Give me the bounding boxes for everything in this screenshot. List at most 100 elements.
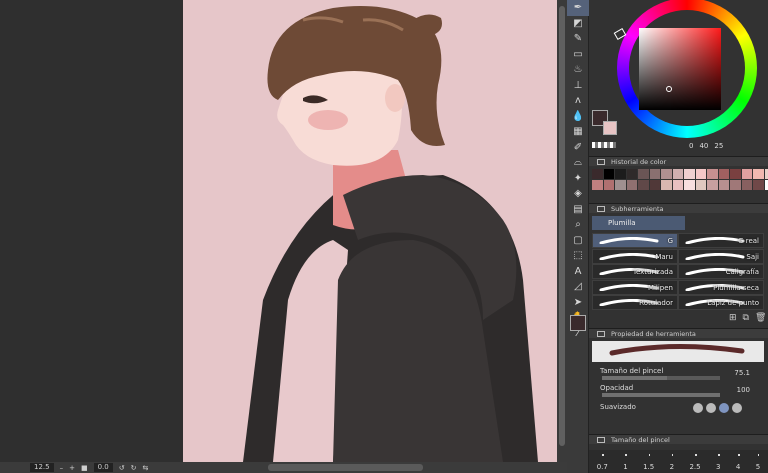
history-swatch[interactable] (603, 180, 614, 190)
trash-icon[interactable]: 🗑 (755, 313, 766, 323)
color-cursor[interactable] (666, 86, 672, 92)
brush-size-preset[interactable]: 5 (756, 454, 760, 471)
brush-size-preset[interactable]: 2 (670, 454, 674, 471)
brush-size-preset[interactable]: 4 (736, 454, 740, 471)
history-swatch[interactable] (741, 169, 752, 179)
history-swatch[interactable] (592, 169, 603, 179)
canvas-horizontal-scrollbar[interactable] (268, 464, 423, 471)
ruler-icon[interactable]: ◿ (567, 279, 589, 295)
subtool-tab-plumilla[interactable]: Plumilla (592, 216, 685, 230)
transparent-color-swatch[interactable] (592, 142, 616, 148)
zoom-field[interactable]: 12.5 (30, 463, 54, 472)
brush-item[interactable]: Saji (678, 248, 764, 264)
history-swatch[interactable] (615, 169, 626, 179)
history-swatch[interactable] (661, 169, 672, 179)
history-swatch[interactable] (592, 180, 603, 190)
history-swatch[interactable] (615, 180, 626, 190)
brush-item[interactable]: Lápiz de punto (678, 295, 764, 310)
pen-icon[interactable]: ✒ (567, 0, 589, 16)
brush-size-preset[interactable]: 2.5 (689, 454, 701, 471)
smoothing-option-2[interactable] (706, 403, 716, 413)
bucket-icon[interactable]: ◈ (567, 186, 589, 202)
pointer-icon[interactable]: ➤ (567, 295, 589, 311)
opacity-slider[interactable] (602, 393, 720, 397)
history-swatch[interactable] (695, 169, 706, 179)
add-subtool-icon[interactable]: ⊞ (729, 313, 737, 323)
history-swatch[interactable] (626, 180, 637, 190)
rotate-right-icon[interactable]: ↻ (131, 464, 137, 472)
tool-main-color-swatch[interactable] (570, 315, 586, 331)
sparkle-icon[interactable]: ✦ (567, 171, 589, 187)
brush-size-preset[interactable]: 1.5 (643, 454, 654, 471)
history-swatch[interactable] (764, 169, 768, 179)
brush-size-preset[interactable]: 1 (623, 454, 628, 471)
transform-icon[interactable]: ⬚ (567, 248, 589, 264)
eyedrop-icon[interactable]: ✐ (567, 140, 589, 156)
smoothing-option-1[interactable] (693, 403, 703, 413)
smoothing-option-4[interactable] (732, 403, 742, 413)
lasso-icon[interactable]: ⌓ (567, 155, 589, 171)
brush-size-preset[interactable]: 0.7 (597, 454, 608, 471)
history-swatch[interactable] (638, 180, 649, 190)
brush-item[interactable]: G real (678, 233, 764, 248)
rotate-left-icon[interactable]: ↺ (119, 464, 125, 472)
history-swatch[interactable] (707, 180, 718, 190)
history-swatch[interactable] (718, 169, 729, 179)
eraser-icon[interactable]: ▭ (567, 47, 589, 63)
subtool-header[interactable]: Subherramienta (589, 203, 768, 213)
duplicate-icon[interactable]: ⧉ (743, 313, 749, 323)
history-swatch[interactable] (626, 169, 637, 179)
sub-color-swatch[interactable] (603, 121, 617, 135)
tool-property-header[interactable]: Propiedad de herramienta (589, 328, 768, 338)
square-icon[interactable]: ■ (81, 464, 88, 472)
history-swatch[interactable] (741, 180, 752, 190)
brush-icon[interactable]: ✎ (567, 31, 589, 47)
history-swatch[interactable] (764, 180, 768, 190)
history-swatch[interactable] (661, 180, 672, 190)
rotation-field[interactable]: 0.0 (93, 463, 113, 472)
drawing-canvas[interactable] (183, 0, 557, 462)
text-icon[interactable]: A (567, 264, 589, 280)
history-swatch[interactable] (672, 180, 683, 190)
brush-item[interactable]: Milipen (592, 279, 678, 295)
history-swatch[interactable] (718, 180, 729, 190)
color-mix-icon[interactable]: ◩ (567, 16, 589, 32)
rect-select-icon[interactable]: ▢ (567, 233, 589, 249)
brush-item[interactable]: Rotulador (592, 295, 678, 310)
history-swatch[interactable] (753, 180, 764, 190)
history-swatch[interactable] (730, 180, 741, 190)
brush-item[interactable]: Texturizada (592, 264, 678, 279)
grass-icon[interactable]: ᴧ (567, 93, 589, 109)
history-swatch[interactable] (672, 169, 683, 179)
brush-size-preset[interactable]: 3 (716, 454, 720, 471)
history-swatch[interactable] (730, 169, 741, 179)
saturation-value-square[interactable] (639, 28, 721, 110)
fill-icon[interactable]: ♨ (567, 62, 589, 78)
history-swatch[interactable] (603, 169, 614, 179)
scrollbar-thumb[interactable] (559, 6, 565, 446)
drop-icon[interactable]: 💧 (567, 109, 589, 125)
brush-item[interactable]: Maru (592, 248, 678, 264)
color-history-header[interactable]: Historial de color (589, 156, 768, 166)
grid-icon[interactable]: ▦ (567, 124, 589, 140)
brush-size-value[interactable]: 75.1 (734, 369, 750, 377)
zoom-icon[interactable]: ⌕ (567, 217, 589, 233)
history-swatch[interactable] (638, 169, 649, 179)
opacity-row[interactable]: Opacidad 100 (592, 384, 764, 398)
brush-size-row[interactable]: Tamaño del pincel 75.1 (592, 367, 764, 381)
gradient-icon[interactable]: ▤ (567, 202, 589, 218)
brush-item[interactable]: G (592, 233, 678, 248)
history-swatch[interactable] (753, 169, 764, 179)
zoom-out-icon[interactable]: – (60, 464, 64, 472)
opacity-value[interactable]: 100 (737, 386, 750, 394)
history-swatch[interactable] (649, 180, 660, 190)
brush-size-panel-header[interactable]: Tamaño del pincel (589, 434, 768, 444)
history-swatch[interactable] (649, 169, 660, 179)
history-swatch[interactable] (707, 169, 718, 179)
zoom-in-icon[interactable]: + (69, 464, 75, 472)
brush-item[interactable]: Plumilla seca (678, 279, 764, 295)
smoothing-option-3[interactable] (719, 403, 729, 413)
canvas-vertical-scrollbar[interactable] (557, 0, 567, 462)
flip-icon[interactable]: ⇆ (142, 464, 148, 472)
history-swatch[interactable] (684, 180, 695, 190)
